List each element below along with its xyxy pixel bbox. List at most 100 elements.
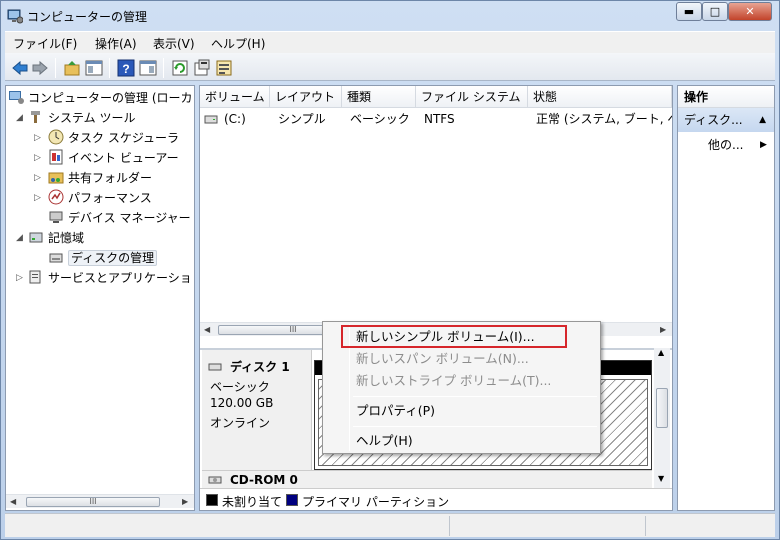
column-header-type[interactable]: 種類	[342, 86, 416, 108]
tree-item-label: システム ツール	[48, 111, 136, 125]
toolbar-separator	[163, 58, 164, 78]
scroll-right-arrow-icon[interactable]: ▶	[182, 495, 188, 509]
scroll-thumb[interactable]	[656, 388, 668, 428]
clock-icon	[48, 129, 64, 145]
window-title: コンピューターの管理	[27, 10, 148, 24]
menu-help[interactable]: ヘルプ(H)	[211, 35, 265, 52]
status-bar	[5, 513, 775, 537]
legend: 未割り当て プライマリ パーティション	[200, 488, 672, 510]
more-actions-item[interactable]: 他の... ▶	[708, 136, 767, 154]
tree-item-event-viewer[interactable]: イベント ビューアー	[48, 148, 179, 168]
primary-partition-swatch	[286, 494, 298, 506]
tree-item-label: タスク スケジューラ	[68, 131, 179, 145]
tree-item-performance[interactable]: パフォーマンス	[48, 188, 152, 208]
tree-item-label: パフォーマンス	[68, 191, 152, 205]
event-log-icon	[49, 149, 63, 165]
svg-text:?: ?	[122, 62, 129, 76]
collapse-up-icon[interactable]: ▲	[759, 108, 766, 132]
cell-type: ベーシック	[350, 112, 410, 126]
tree-item-task-scheduler[interactable]: タスク スケジューラ	[48, 128, 179, 148]
shared-folder-icon	[48, 172, 64, 184]
tree-item-label-selected: ディスクの管理	[68, 250, 158, 266]
maximize-button[interactable]: □	[702, 2, 728, 21]
menu-item-new-striped-volume[interactable]: 新しいストライプ ボリューム(T)...	[356, 370, 551, 392]
scroll-thumb[interactable]: III	[26, 497, 160, 507]
column-header-layout[interactable]: レイアウト	[270, 86, 342, 108]
tree-item-label: サービスとアプリケーショ	[48, 271, 192, 285]
storage-icon	[29, 232, 43, 243]
tree-item-services-apps[interactable]: サービスとアプリケーショ	[28, 268, 192, 288]
actions-header: 操作	[678, 86, 774, 108]
up-folder-icon[interactable]	[63, 59, 81, 77]
refresh-icon[interactable]	[171, 59, 189, 77]
disk-name: ディスク 1	[230, 360, 290, 374]
tree-item-disk-management[interactable]: ディスクの管理	[48, 248, 158, 268]
menu-bar: ファイル(F) 操作(A) 表示(V) ヘルプ(H)	[5, 31, 775, 53]
menu-view[interactable]: 表示(V)	[153, 35, 195, 52]
menu-item-new-spanned-volume[interactable]: 新しいスパン ボリューム(N)...	[356, 348, 529, 370]
tree-item-shared-folders[interactable]: 共有フォルダー	[48, 168, 152, 188]
back-arrow-icon[interactable]	[11, 59, 29, 77]
column-header-volume[interactable]: ボリューム	[200, 86, 270, 108]
expanded-arrow-icon[interactable]: ◢	[16, 108, 23, 128]
tools-icon	[31, 111, 40, 123]
tree-item-label: 記憶域	[48, 231, 85, 245]
status-divider	[645, 516, 646, 536]
minimize-button[interactable]: ▬	[676, 2, 702, 21]
menu-action[interactable]: 操作(A)	[95, 35, 137, 52]
collapsed-arrow-icon[interactable]: ▷	[34, 168, 41, 188]
tree-horizontal-scrollbar[interactable]: ◀ III ▶	[6, 494, 194, 508]
disk-status: オンライン	[210, 416, 271, 430]
context-menu: 新しいシンプル ボリューム(I)... 新しいスパン ボリューム(N)... 新…	[322, 321, 601, 454]
disk-icon	[208, 363, 222, 371]
disk-management-icon	[49, 253, 63, 263]
collapsed-arrow-icon[interactable]: ▷	[34, 188, 41, 208]
cell-volume: (C:)	[224, 112, 246, 126]
tree-item-root[interactable]: コンピューターの管理 (ローカ	[8, 88, 193, 108]
computer-management-icon	[7, 9, 23, 24]
cell-filesystem: NTFS	[424, 112, 455, 126]
cdrom-row[interactable]: CD-ROM 0	[202, 470, 652, 488]
forward-arrow-icon[interactable]	[31, 59, 49, 77]
cdrom-icon	[208, 476, 222, 484]
toolbar-separator	[109, 58, 110, 78]
expanded-arrow-icon[interactable]: ◢	[16, 228, 23, 248]
disk-type: ベーシック	[210, 380, 270, 394]
cdrom-name: CD-ROM 0	[230, 473, 298, 487]
submenu-arrow-icon: ▶	[760, 140, 767, 150]
tree-item-storage[interactable]: 記憶域	[28, 228, 84, 248]
cell-layout: シンプル	[278, 112, 326, 126]
disk-vertical-scrollbar[interactable]: ▲ ▼	[654, 348, 670, 488]
disk-1-label[interactable]: ディスク 1 ベーシック 120.00 GB オンライン	[202, 350, 312, 470]
scroll-left-arrow-icon[interactable]: ◀	[10, 495, 16, 509]
collapsed-arrow-icon[interactable]: ▷	[34, 128, 41, 148]
export-icon[interactable]	[215, 59, 233, 77]
disk-size: 120.00 GB	[210, 396, 274, 410]
computer-management-window: コンピューターの管理 ▬ □ ✕ ファイル(F) 操作(A) 表示(V) ヘルプ…	[0, 0, 780, 540]
properties-icon[interactable]	[193, 59, 211, 77]
scroll-left-arrow-icon[interactable]: ◀	[204, 323, 210, 337]
column-header-status[interactable]: 状態	[528, 86, 672, 108]
close-button[interactable]: ✕	[728, 2, 772, 21]
actions-section-disk[interactable]: ディスク... ▲	[678, 108, 774, 132]
title-bar[interactable]: コンピューターの管理 ▬ □ ✕	[1, 1, 779, 31]
scroll-right-arrow-icon[interactable]: ▶	[660, 323, 666, 337]
tree-item-label: コンピューターの管理 (ローカ	[28, 91, 193, 105]
tree-item-system-tools[interactable]: システム ツール	[28, 108, 135, 128]
tree-item-device-manager[interactable]: デバイス マネージャー	[48, 208, 191, 228]
menu-item-properties[interactable]: プロパティ(P)	[356, 400, 435, 422]
scroll-down-arrow-icon[interactable]: ▼	[658, 474, 664, 483]
navigation-tree: コンピューターの管理 (ローカ ◢ システム ツール ▷ タスク スケジューラ …	[5, 85, 195, 511]
menu-item-new-simple-volume[interactable]: 新しいシンプル ボリューム(I)...	[356, 326, 535, 348]
menu-item-help[interactable]: ヘルプ(H)	[356, 430, 413, 452]
action-pane-icon[interactable]	[139, 59, 157, 77]
more-actions-label: 他の...	[708, 138, 744, 152]
collapsed-arrow-icon[interactable]: ▷	[16, 268, 23, 288]
scroll-up-arrow-icon[interactable]: ▲	[658, 348, 664, 357]
computer-management-icon	[9, 91, 24, 104]
menu-file[interactable]: ファイル(F)	[13, 35, 77, 52]
collapsed-arrow-icon[interactable]: ▷	[34, 148, 41, 168]
help-icon[interactable]: ?	[117, 59, 135, 77]
column-header-filesystem[interactable]: ファイル システム	[416, 86, 528, 108]
show-tree-icon[interactable]	[85, 59, 103, 77]
